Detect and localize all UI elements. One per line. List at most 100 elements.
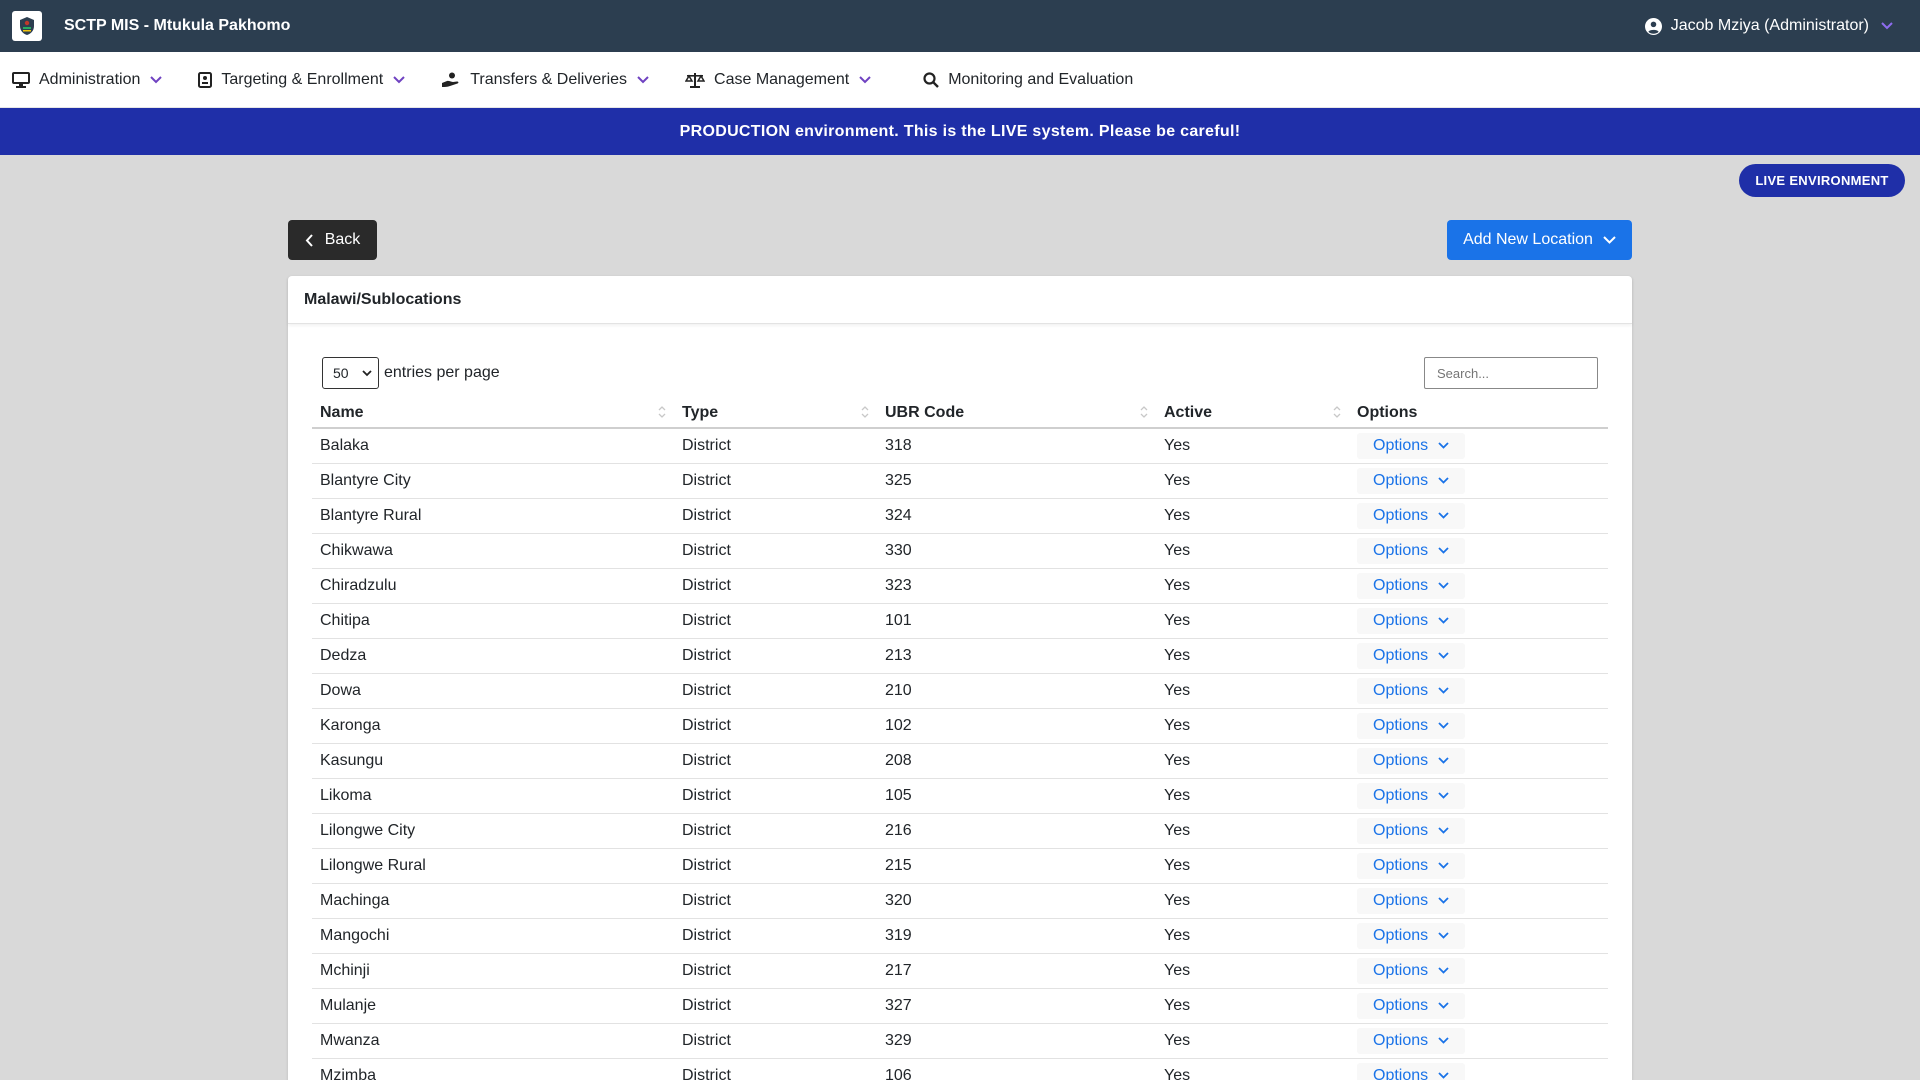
cell-active: Yes [1156, 778, 1349, 814]
chevron-down-icon [1881, 22, 1893, 30]
cell-name: Karonga [312, 708, 674, 744]
cell-active: Yes [1156, 953, 1349, 989]
chevron-down-icon [362, 369, 372, 376]
row-options-button[interactable]: Options [1357, 572, 1466, 599]
user-menu[interactable]: Jacob Mziya (Administrator) [1644, 17, 1902, 35]
row-options-button[interactable]: Options [1357, 677, 1466, 704]
chevron-down-icon [1438, 1037, 1449, 1044]
cell-name: Lilongwe Rural [312, 848, 674, 884]
table-row: Machinga District 320 Yes Options [312, 883, 1608, 919]
cell-name: Machinga [312, 883, 674, 919]
row-options-button[interactable]: Options [1357, 957, 1466, 984]
cell-options: Options [1349, 638, 1608, 674]
chevron-down-icon [1438, 932, 1449, 939]
cell-options: Options [1349, 603, 1608, 639]
add-new-location-button[interactable]: Add New Location [1447, 220, 1632, 260]
row-options-button[interactable]: Options [1357, 782, 1466, 809]
nav-label: Administration [39, 70, 141, 88]
cell-options: Options [1349, 953, 1608, 989]
row-options-button[interactable]: Options [1357, 1027, 1466, 1054]
row-options-button[interactable]: Options [1357, 1062, 1466, 1080]
row-options-label: Options [1373, 611, 1429, 629]
chevron-down-icon [150, 75, 163, 84]
cell-active: Yes [1156, 918, 1349, 954]
nav-targeting-enrollment[interactable]: Targeting & Enrollment [198, 71, 405, 89]
cell-options: Options [1349, 1058, 1608, 1080]
table-row: Chikwawa District 330 Yes Options [312, 533, 1608, 569]
table-row: Balaka District 318 Yes Options [312, 428, 1608, 464]
cell-type: District [674, 778, 877, 814]
cell-ubr-code: 215 [877, 848, 1156, 884]
table-row: Kasungu District 208 Yes Options [312, 743, 1608, 779]
cell-name: Mangochi [312, 918, 674, 954]
cell-ubr-code: 327 [877, 988, 1156, 1024]
sort-icon [1140, 405, 1148, 419]
row-options-button[interactable]: Options [1357, 817, 1466, 844]
row-options-button[interactable]: Options [1357, 852, 1466, 879]
cell-active: Yes [1156, 813, 1349, 849]
cell-name: Dedza [312, 638, 674, 674]
row-options-label: Options [1373, 856, 1429, 874]
table-row: Mchinji District 217 Yes Options [312, 953, 1608, 989]
chevron-down-icon [1438, 547, 1449, 554]
row-options-button[interactable]: Options [1357, 607, 1466, 634]
column-header-options: Options [1349, 398, 1608, 429]
cell-options: Options [1349, 883, 1608, 919]
chevron-down-icon [1438, 582, 1449, 589]
chevron-down-icon [1438, 967, 1449, 974]
cell-options: Options [1349, 813, 1608, 849]
brand[interactable]: SCTP MIS - Mtukula Pakhomo [12, 11, 290, 41]
row-options-button[interactable]: Options [1357, 712, 1466, 739]
table-row: Blantyre City District 325 Yes Options [312, 463, 1608, 499]
row-options-button[interactable]: Options [1357, 432, 1466, 459]
cell-options: Options [1349, 988, 1608, 1024]
row-options-button[interactable]: Options [1357, 887, 1466, 914]
column-header-name[interactable]: Name [312, 398, 674, 429]
nav-transfers-deliveries[interactable]: Transfers & Deliveries [441, 71, 649, 89]
cell-options: Options [1349, 673, 1608, 709]
row-options-button[interactable]: Options [1357, 502, 1466, 529]
row-options-button[interactable]: Options [1357, 642, 1466, 669]
column-header-active[interactable]: Active [1156, 398, 1349, 429]
cell-ubr-code: 102 [877, 708, 1156, 744]
chevron-down-icon [1438, 1072, 1449, 1079]
row-options-button[interactable]: Options [1357, 747, 1466, 774]
column-header-label: Type [682, 403, 719, 421]
chevron-down-icon [1603, 236, 1616, 244]
entries-per-page-select[interactable]: 50 [322, 357, 379, 389]
row-options-label: Options [1373, 716, 1429, 734]
cell-type: District [674, 638, 877, 674]
row-options-button[interactable]: Options [1357, 992, 1466, 1019]
cell-ubr-code: 101 [877, 603, 1156, 639]
back-button-label: Back [324, 231, 361, 248]
table-row: Mangochi District 319 Yes Options [312, 918, 1608, 954]
cell-ubr-code: 323 [877, 568, 1156, 604]
table-row: Lilongwe Rural District 215 Yes Options [312, 848, 1608, 884]
cell-ubr-code: 213 [877, 638, 1156, 674]
cell-name: Mzimba [312, 1058, 674, 1080]
row-options-button[interactable]: Options [1357, 922, 1466, 949]
search-input[interactable] [1424, 357, 1598, 389]
row-options-label: Options [1373, 576, 1429, 594]
locations-table: Name Type UBR Code Active Options Balaka… [312, 398, 1608, 1080]
column-header-ubr-code[interactable]: UBR Code [877, 398, 1156, 429]
column-header-type[interactable]: Type [674, 398, 877, 429]
row-options-button[interactable]: Options [1357, 467, 1466, 494]
nav-case-management[interactable]: Case Management [685, 71, 871, 89]
cell-name: Chitipa [312, 603, 674, 639]
cell-type: District [674, 708, 877, 744]
chevron-down-icon [393, 75, 405, 84]
nav-monitoring-evaluation[interactable]: Monitoring and Evaluation [923, 71, 1133, 89]
nav-label: Transfers & Deliveries [470, 70, 628, 88]
cell-type: District [674, 848, 877, 884]
chevron-down-icon [1438, 897, 1449, 904]
cell-ubr-code: 208 [877, 743, 1156, 779]
cell-ubr-code: 210 [877, 673, 1156, 709]
cell-active: Yes [1156, 498, 1349, 534]
cell-active: Yes [1156, 603, 1349, 639]
cell-options: Options [1349, 463, 1608, 499]
cell-ubr-code: 330 [877, 533, 1156, 569]
nav-administration[interactable]: Administration [12, 70, 163, 89]
row-options-button[interactable]: Options [1357, 537, 1466, 564]
back-button[interactable]: Back [288, 220, 377, 260]
